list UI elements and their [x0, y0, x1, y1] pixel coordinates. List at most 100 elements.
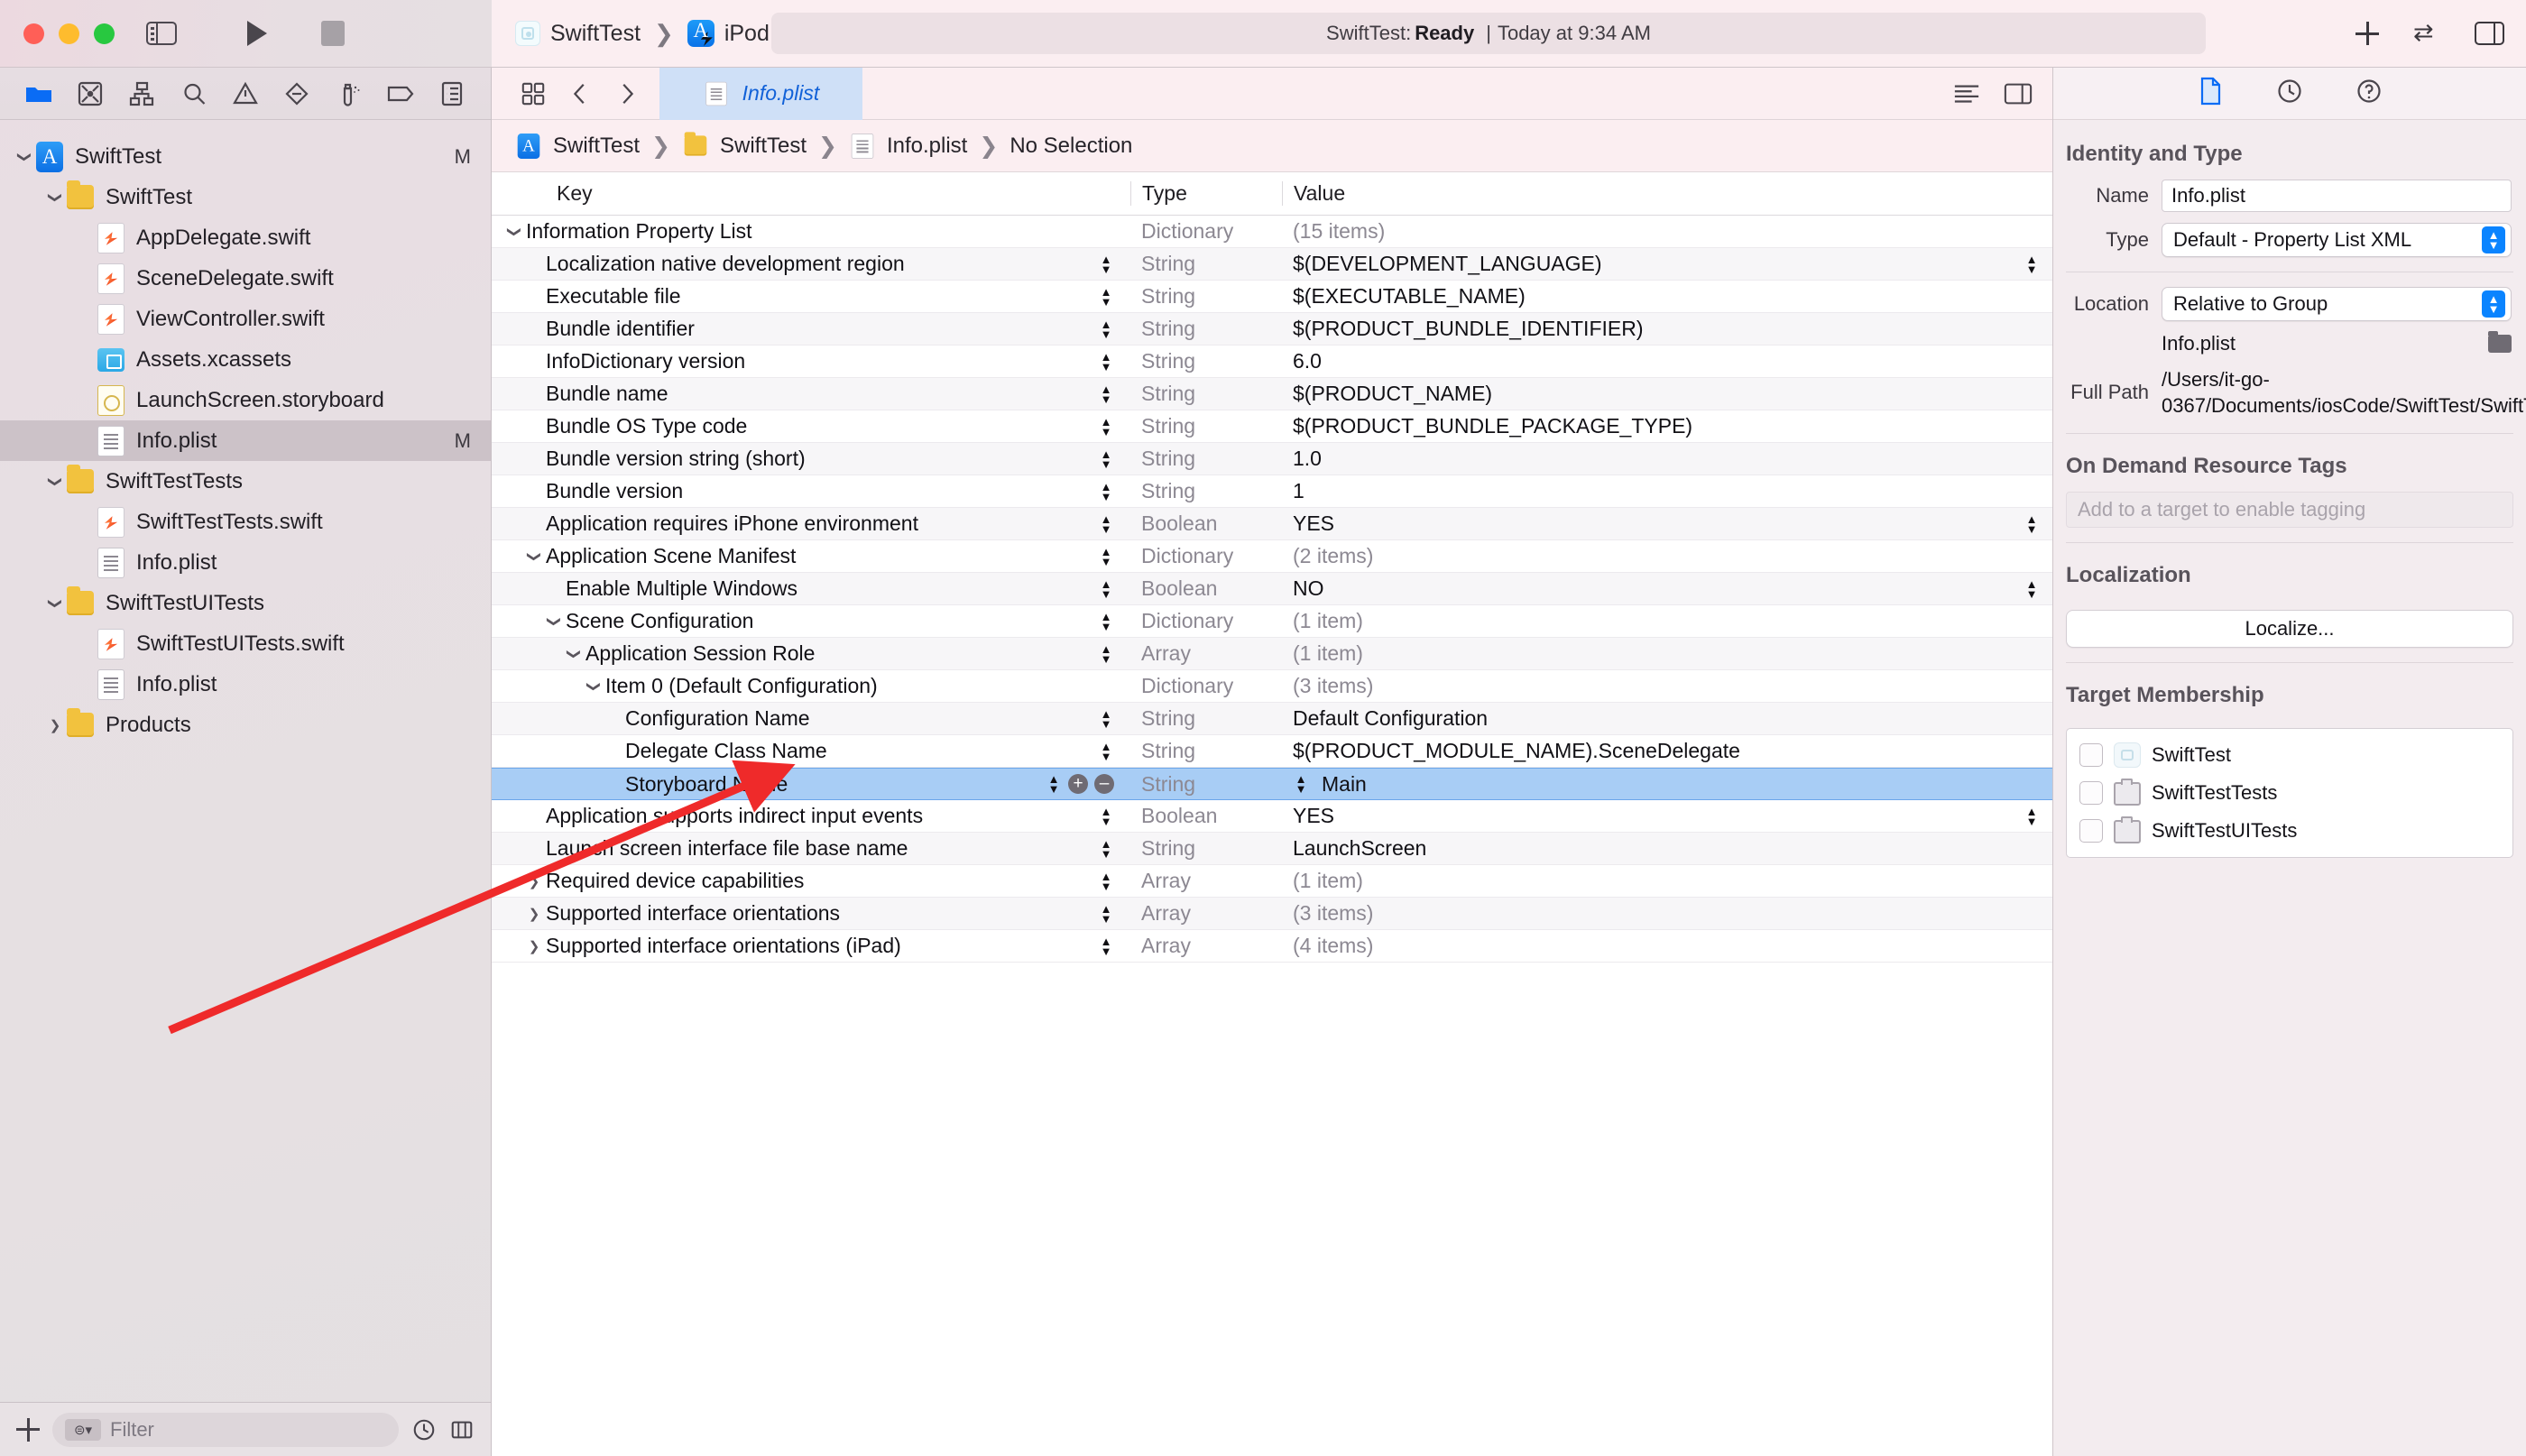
cell-type[interactable]: Array — [1130, 641, 1282, 666]
key-stepper-icon[interactable]: ▲ ▼ — [1098, 415, 1114, 438]
key-stepper-icon[interactable]: ▲ ▼ — [1098, 902, 1114, 926]
table-row[interactable]: Bundle version string (short) ▲ ▼ String 1.0 — [492, 443, 2052, 475]
key-stepper-icon[interactable]: ▲ ▼ — [1098, 545, 1114, 568]
file-tree-row[interactable]: Info.plist — [0, 664, 491, 705]
cell-key[interactable]: Bundle name ▲ ▼ — [492, 378, 1130, 410]
sidebar-item-find-navigator[interactable] — [168, 73, 219, 115]
table-row[interactable]: Application requires iPhone environment ▲… — [492, 508, 2052, 540]
key-stepper-icon[interactable]: ▲ ▼ — [1098, 837, 1114, 861]
file-tree-row[interactable]: SceneDelegate.swift — [0, 258, 491, 299]
cell-type[interactable]: String — [1130, 382, 1282, 406]
key-stepper-icon[interactable]: ▲ ▼ — [1098, 642, 1114, 666]
table-row[interactable]: Configuration Name ▲ ▼ String Default Config… — [492, 703, 2052, 735]
cell-key[interactable]: Executable file ▲ ▼ — [492, 281, 1130, 312]
table-row[interactable]: Localization native development region ▲ ▼… — [492, 248, 2052, 281]
cell-value[interactable]: YES ▲ ▼ — [1282, 804, 2052, 828]
table-row[interactable]: Supported interface orientations (iPad) ▲… — [492, 930, 2052, 963]
type-popup-button[interactable]: Default - Property List XML ▲ ▼ — [2162, 223, 2512, 257]
odr-tags-field[interactable]: Add to a target to enable tagging — [2066, 492, 2513, 529]
cell-type[interactable]: Array — [1130, 869, 1282, 893]
cell-key[interactable]: Scene Configuration ▲▼ — [492, 605, 1130, 637]
cell-type[interactable]: String — [1130, 252, 1282, 276]
zoom-button[interactable] — [94, 23, 115, 44]
cell-key[interactable]: Bundle OS Type code ▲ ▼ — [492, 410, 1130, 442]
key-stepper-icon[interactable]: ▲ ▼ — [1098, 870, 1114, 893]
filter-input[interactable] — [110, 1417, 386, 1442]
cell-key[interactable]: Storyboard Name ▲ ▼ + – — [492, 769, 1130, 799]
disclosure-triangle-icon[interactable] — [43, 717, 67, 733]
value-stepper-icon[interactable]: ▲ ▼ — [1293, 772, 1309, 796]
cell-key[interactable]: Application Scene Manifest ▲▼ — [492, 540, 1130, 572]
sidebar-item-symbol-navigator[interactable] — [116, 73, 168, 115]
cell-value[interactable]: $(PRODUCT_NAME) — [1282, 382, 2052, 406]
key-stepper-icon[interactable]: ▲ ▼ — [1098, 707, 1114, 731]
table-row[interactable]: Bundle version ▲ ▼ String 1 — [492, 475, 2052, 508]
value-stepper-icon[interactable]: ▲ ▼ — [2024, 253, 2040, 276]
choose-folder-icon[interactable] — [2488, 331, 2512, 353]
filter-options-icon[interactable]: ⊜▾ — [65, 1418, 101, 1441]
sidebar-item-source-control-navigator[interactable] — [64, 73, 115, 115]
disclosure-triangle-icon[interactable] — [562, 646, 585, 662]
cell-type[interactable]: Dictionary — [1130, 219, 1282, 244]
cell-value[interactable]: (1 item) — [1282, 609, 2052, 633]
disclosure-triangle-icon[interactable] — [542, 613, 566, 630]
cell-key[interactable]: Item 0 (Default Configuration) — [492, 670, 1130, 702]
key-stepper-icon[interactable]: ▲ ▼ — [1098, 447, 1114, 471]
key-stepper-icon[interactable]: ▲ ▼ — [1098, 350, 1114, 373]
cell-key[interactable]: Bundle version string (short) ▲ ▼ — [492, 443, 1130, 475]
disclosure-triangle-icon[interactable] — [502, 224, 526, 240]
disclosure-triangle-icon[interactable] — [43, 474, 67, 490]
target-checkbox[interactable] — [2079, 781, 2103, 806]
add-file-button[interactable] — [16, 1417, 40, 1442]
sidebar-toggle-icon[interactable] — [146, 22, 177, 45]
run-button[interactable] — [247, 21, 267, 46]
file-tree-row[interactable]: AppDelegate.swift — [0, 217, 491, 258]
tab-info-plist[interactable]: Info.plist — [659, 67, 862, 120]
table-row[interactable]: Application Session Role ▲▼ Array (1 item) — [492, 638, 2052, 670]
file-tree-row[interactable]: SwiftTestUITests.swift — [0, 623, 491, 664]
key-stepper-icon[interactable]: ▲ ▼ — [1098, 512, 1114, 536]
cell-key[interactable]: Configuration Name ▲ ▼ — [492, 703, 1130, 734]
key-stepper-icon[interactable]: ▲ ▼ — [1098, 285, 1114, 309]
table-row[interactable]: Required device capabilities ▲▼ Array (1 it… — [492, 865, 2052, 898]
cell-value[interactable]: $(PRODUCT_BUNDLE_PACKAGE_TYPE) — [1282, 414, 2052, 438]
scheme-name[interactable]: SwiftTest — [550, 21, 641, 47]
disclosure-triangle-icon[interactable] — [43, 595, 67, 612]
localize-button[interactable]: Localize... — [2066, 610, 2513, 649]
key-stepper-icon[interactable]: ▲ ▼ — [1098, 805, 1114, 828]
file-tree-row[interactable]: SwiftTest — [0, 177, 491, 217]
cell-value[interactable]: (2 items) — [1282, 544, 2052, 568]
cell-value[interactable]: (3 items) — [1282, 901, 2052, 926]
file-tree-row[interactable]: Assets.xcassets — [0, 339, 491, 380]
cell-key[interactable]: Supported interface orientations (iPad) ▲… — [492, 930, 1130, 962]
cell-key[interactable]: InfoDictionary version ▲ ▼ — [492, 346, 1130, 377]
tab-history-inspector[interactable] — [2276, 78, 2303, 109]
cell-key[interactable]: Launch screen interface file base name ▲ ▼ — [492, 833, 1130, 864]
cell-key[interactable]: Application Session Role ▲▼ — [492, 638, 1130, 669]
key-stepper-icon[interactable]: ▲ ▼ — [1098, 577, 1114, 601]
key-stepper-icon[interactable]: ▲ ▼ — [1098, 318, 1114, 341]
cell-key[interactable]: Information Property List — [492, 216, 1130, 247]
cell-value[interactable]: 1 — [1282, 479, 2052, 503]
sidebar-item-issue-navigator[interactable] — [219, 73, 271, 115]
table-row[interactable]: Information Property List Dictionary (15 i… — [492, 216, 2052, 248]
cell-value[interactable]: (1 item) — [1282, 641, 2052, 666]
table-row[interactable]: Supported interface orientations ▲▼ Array (… — [492, 898, 2052, 930]
cell-value[interactable]: ▲ ▼ Main — [1282, 772, 2052, 797]
key-stepper-icon[interactable]: ▲ ▼ — [1098, 740, 1114, 763]
cell-key[interactable]: Application supports indirect input even… — [492, 800, 1130, 832]
cell-value[interactable]: $(EXECUTABLE_NAME) — [1282, 284, 2052, 309]
file-tree-row[interactable]: Info.plist M — [0, 420, 491, 461]
sidebar-item-test-navigator[interactable] — [272, 73, 323, 115]
cell-key[interactable]: Delegate Class Name ▲ ▼ — [492, 735, 1130, 767]
cell-value[interactable]: $(DEVELOPMENT_LANGUAGE) ▲ ▼ — [1282, 252, 2052, 276]
go-back-icon[interactable] — [557, 74, 604, 114]
table-row[interactable]: Scene Configuration ▲▼ Dictionary (1 item) — [492, 605, 2052, 638]
key-stepper-icon[interactable]: ▲ ▼ — [1098, 382, 1114, 406]
remove-row-button[interactable]: – — [1094, 774, 1114, 794]
add-editor-icon[interactable] — [2355, 22, 2379, 45]
file-tree-row[interactable]: SwiftTest M — [0, 136, 491, 177]
stop-button[interactable] — [321, 21, 345, 46]
breadcrumb-item-selection[interactable]: No Selection — [1009, 134, 1132, 159]
file-tree-row[interactable]: SwiftTestTests.swift — [0, 502, 491, 542]
